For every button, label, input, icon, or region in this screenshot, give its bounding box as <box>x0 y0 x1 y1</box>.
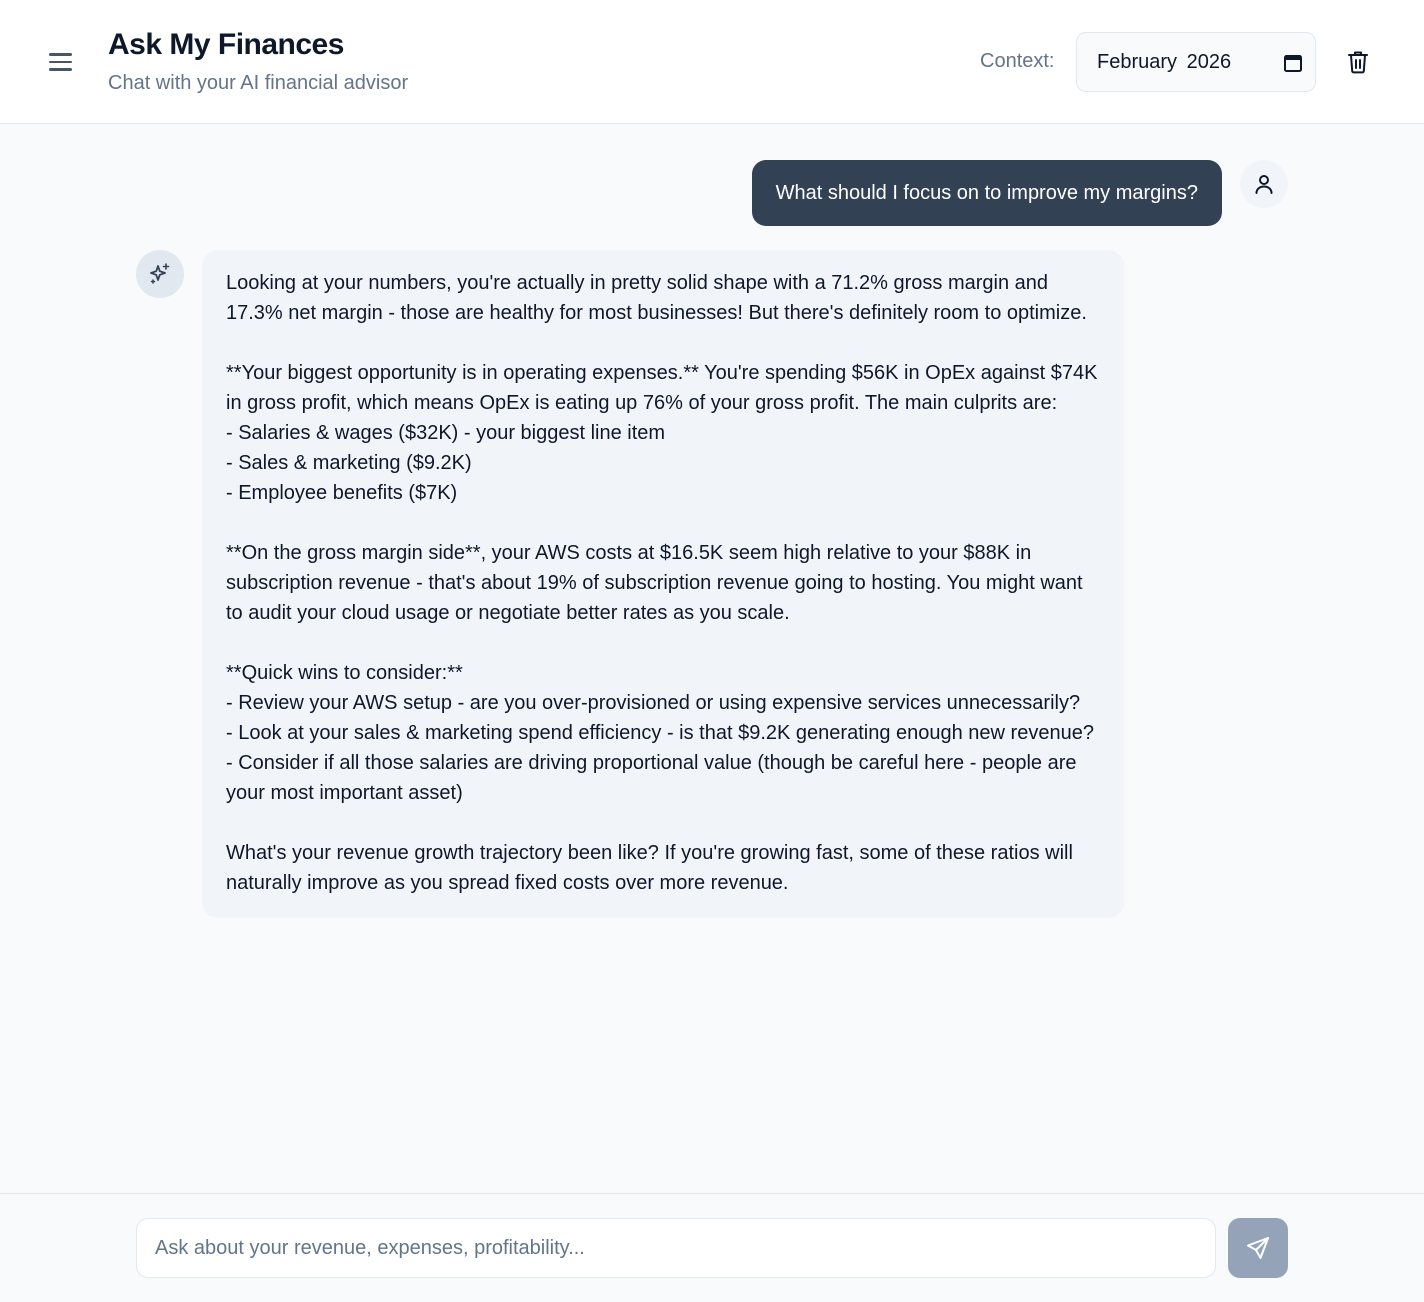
assistant-message-bubble: Looking at your numbers, you're actually… <box>202 250 1124 918</box>
menu-icon[interactable] <box>44 46 76 78</box>
user-avatar <box>1240 160 1288 208</box>
send-button[interactable] <box>1228 1218 1288 1278</box>
app-header: Ask My Finances Chat with your AI financ… <box>0 0 1424 124</box>
calendar-icon[interactable] <box>1283 53 1303 73</box>
user-icon <box>1255 175 1273 194</box>
context-month-value: February 2026 <box>1097 50 1232 73</box>
send-icon <box>1247 1237 1269 1259</box>
chat-input[interactable] <box>136 1218 1216 1278</box>
user-message-bubble: What should I focus on to improve my mar… <box>751 160 1222 226</box>
trash-icon[interactable] <box>1344 48 1372 76</box>
sparkles-icon <box>150 263 170 284</box>
context-label: Context: <box>980 50 1055 72</box>
app-title: Ask My Finances <box>108 28 344 61</box>
composer-bar <box>0 1193 1424 1302</box>
assistant-avatar <box>136 250 184 298</box>
app-subtitle: Chat with your AI financial advisor <box>108 72 409 94</box>
context-month-picker[interactable]: February 2026 <box>1076 32 1316 92</box>
